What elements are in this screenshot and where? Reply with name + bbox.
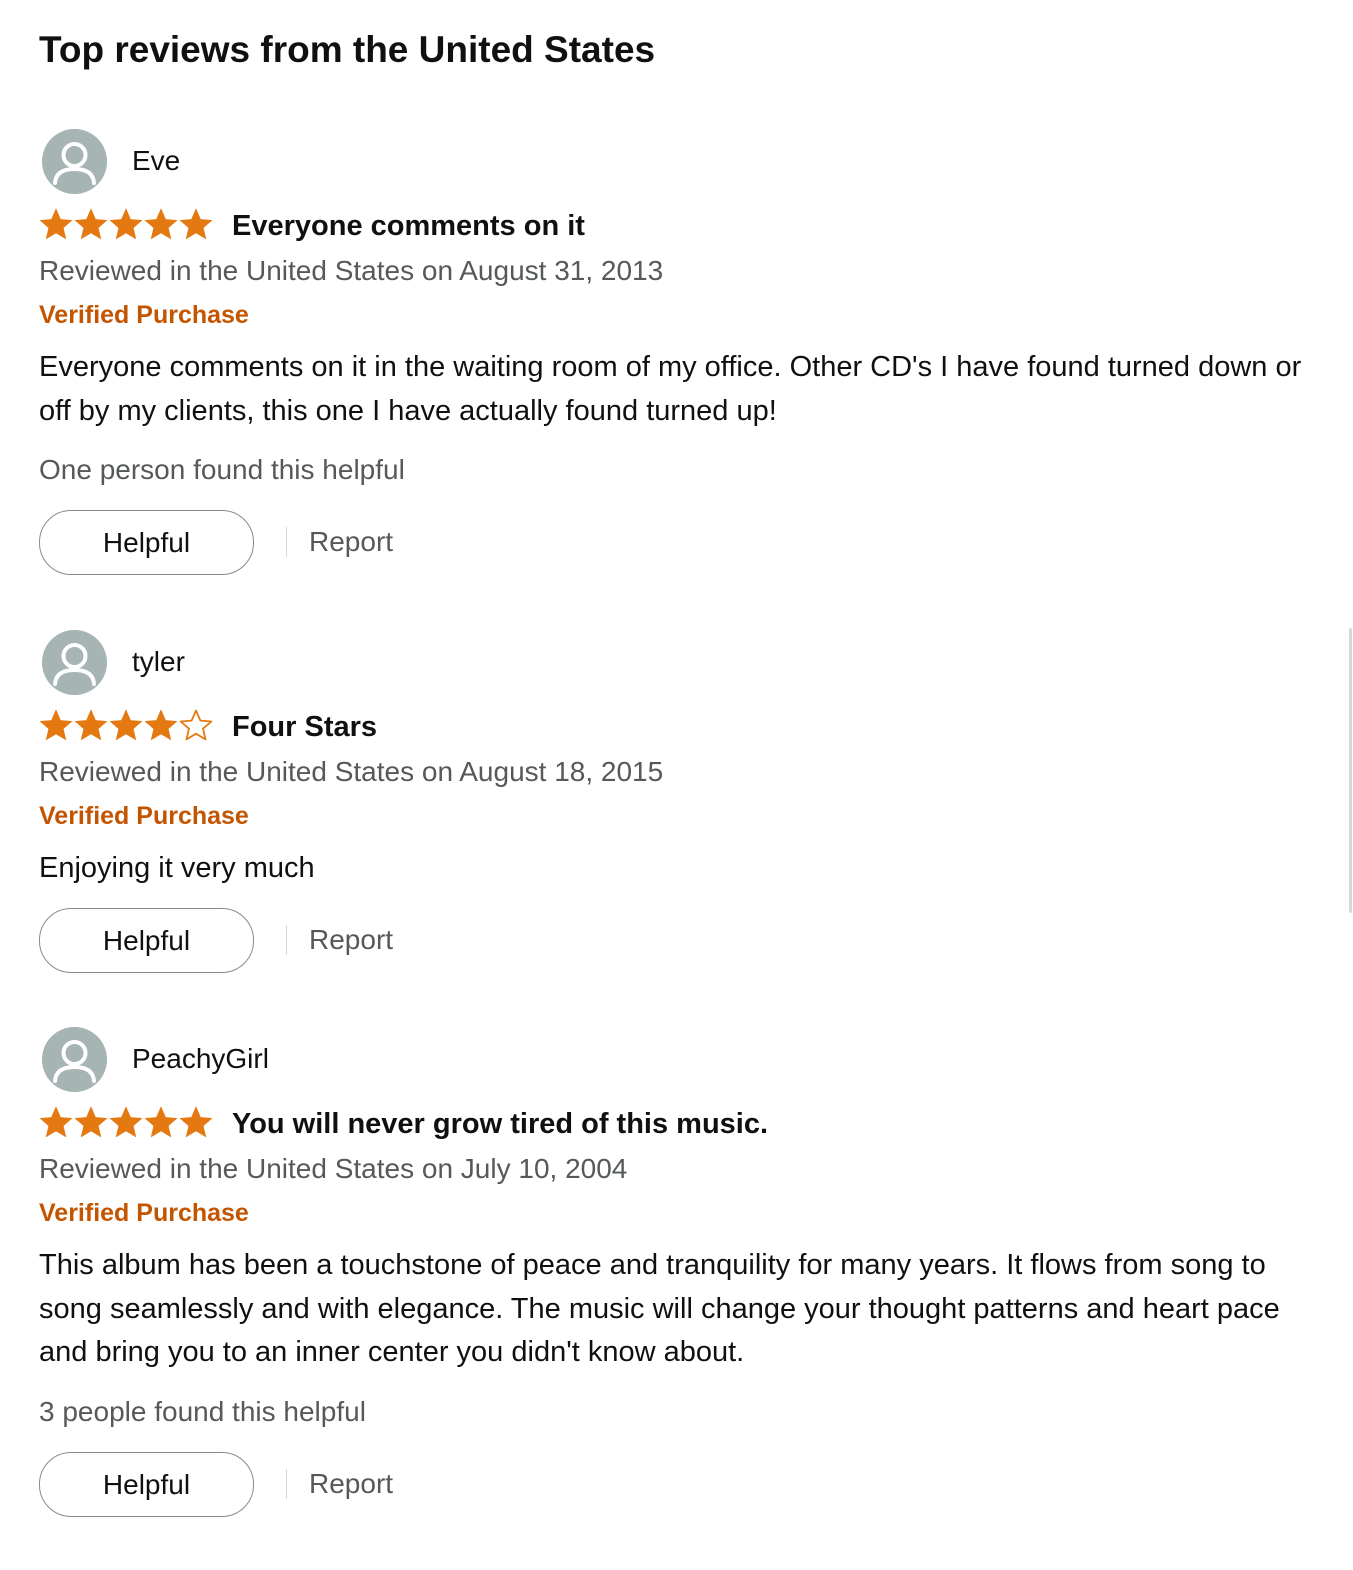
- report-link[interactable]: Report: [309, 1465, 393, 1503]
- reviewer-profile[interactable]: Eve: [39, 128, 639, 196]
- helpful-count: One person found this helpful: [39, 454, 405, 485]
- reviewer-profile[interactable]: tyler: [39, 629, 639, 697]
- star-rating[interactable]: [39, 707, 215, 747]
- scrollbar[interactable]: [1348, 0, 1353, 1570]
- review-body: Everyone comments on it in the waiting r…: [39, 351, 1302, 427]
- report-link[interactable]: Report: [309, 921, 393, 959]
- default-user-icon: [42, 129, 107, 194]
- reviewer-name: Eve: [132, 145, 181, 176]
- star-filled-icon: [109, 709, 143, 741]
- star-filled-icon: [74, 208, 108, 240]
- review-date: Reviewed in the United States on August …: [39, 756, 664, 787]
- rating-row: Everyone comments on it: [39, 206, 1309, 246]
- review-actions: Helpful Report: [39, 908, 639, 974]
- divider: [286, 925, 287, 955]
- star-filled-icon: [39, 1106, 73, 1138]
- divider: [286, 527, 287, 557]
- reviews-page: Top reviews from the United States Eve E…: [0, 0, 1353, 1570]
- review-actions: Helpful Report: [39, 1452, 639, 1518]
- scrollbar-thumb[interactable]: [1349, 628, 1352, 913]
- verified-purchase-badge: Verified Purchase: [39, 1199, 249, 1227]
- review-body: This album has been a touchstone of peac…: [39, 1249, 1280, 1368]
- helpful-button[interactable]: Helpful: [39, 908, 254, 973]
- page-title: Top reviews from the United States: [39, 29, 656, 70]
- rating-row: You will never grow tired of this music.: [39, 1104, 1309, 1144]
- review-actions: Helpful Report: [39, 510, 639, 576]
- avatar: [42, 1027, 107, 1092]
- review-date: Reviewed in the United States on July 10…: [39, 1153, 628, 1184]
- report-link[interactable]: Report: [309, 523, 393, 561]
- avatar: [42, 129, 107, 194]
- default-user-icon: [42, 630, 107, 695]
- review-title[interactable]: Everyone comments on it: [232, 206, 585, 246]
- star-filled-icon: [109, 208, 143, 240]
- rating-row: Four Stars: [39, 707, 1309, 747]
- reviewer-profile[interactable]: PeachyGirl: [39, 1026, 639, 1094]
- star-filled-icon: [39, 208, 73, 240]
- helpful-button[interactable]: Helpful: [39, 510, 254, 575]
- reviewer-name: tyler: [132, 646, 185, 677]
- reviewer-name: PeachyGirl: [132, 1043, 269, 1074]
- verified-purchase-badge: Verified Purchase: [39, 802, 249, 830]
- review-date: Reviewed in the United States on August …: [39, 255, 664, 286]
- star-filled-icon: [179, 1106, 213, 1138]
- review-title[interactable]: You will never grow tired of this music.: [232, 1104, 768, 1144]
- star-filled-icon: [144, 1106, 178, 1138]
- avatar: [42, 630, 107, 695]
- star-filled-icon: [109, 1106, 143, 1138]
- star-filled-icon: [74, 1106, 108, 1138]
- verified-purchase-badge: Verified Purchase: [39, 301, 249, 329]
- star-filled-icon: [74, 709, 108, 741]
- helpful-count: 3 people found this helpful: [39, 1396, 366, 1427]
- star-rating[interactable]: [39, 1104, 215, 1144]
- divider: [286, 1469, 287, 1499]
- star-filled-icon: [39, 709, 73, 741]
- review-title[interactable]: Four Stars: [232, 707, 377, 747]
- helpful-button[interactable]: Helpful: [39, 1452, 254, 1517]
- star-rating[interactable]: [39, 206, 215, 246]
- star-filled-icon: [179, 208, 213, 240]
- star-filled-icon: [144, 208, 178, 240]
- review-body: Enjoying it very much: [39, 852, 315, 884]
- star-empty-icon: [179, 709, 213, 741]
- star-filled-icon: [144, 709, 178, 741]
- default-user-icon: [42, 1027, 107, 1092]
